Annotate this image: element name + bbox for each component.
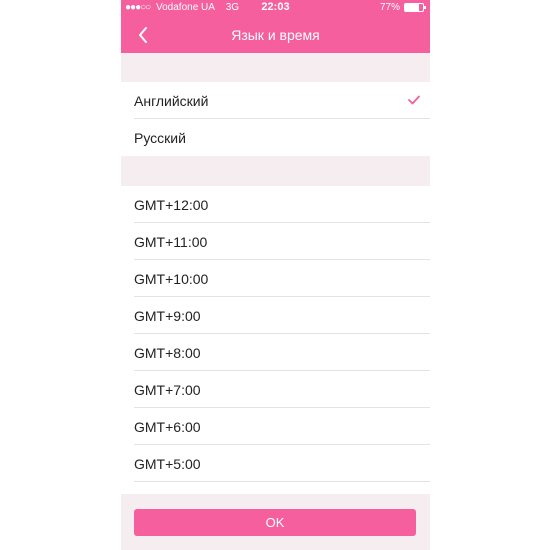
language-option-russian[interactable]: Русский [121, 119, 430, 156]
timezone-item[interactable]: GMT+9:00 [121, 297, 430, 334]
phone-screen: ●●●○○ Vodafone UA 3G 22:03 77% Язык и вр… [121, 0, 430, 550]
timezone-item[interactable]: GMT+10:00 [121, 260, 430, 297]
timezone-label: GMT+7:00 [134, 381, 201, 398]
section-gap-timezones [121, 156, 430, 186]
navigation-bar: Язык и время [121, 17, 430, 53]
timezone-item[interactable]: GMT+12:00 [121, 186, 430, 223]
footer-bar: OK [121, 494, 430, 550]
language-label: Английский [134, 92, 209, 109]
status-bar: ●●●○○ Vodafone UA 3G 22:03 77% [121, 0, 430, 17]
timezone-label: GMT+6:00 [134, 418, 201, 435]
timezone-item[interactable]: GMT+5:00 [121, 445, 430, 482]
timezone-item[interactable]: GMT+11:00 [121, 223, 430, 260]
battery-percent: 77% [379, 2, 400, 13]
timezone-label: GMT+8:00 [134, 344, 201, 361]
battery-fill [405, 4, 419, 11]
timezone-item[interactable]: GMT+8:00 [121, 334, 430, 371]
timezone-label: GMT+12:00 [134, 196, 209, 213]
checkmark-icon [408, 95, 420, 105]
timezone-label: GMT+5:00 [134, 455, 201, 472]
timezone-item[interactable]: GMT+6:00 [121, 408, 430, 445]
timezone-label: GMT+10:00 [134, 270, 209, 287]
status-right: 77% [379, 2, 426, 13]
language-option-english[interactable]: Английский [121, 82, 430, 119]
page-title: Язык и время [231, 27, 320, 43]
ok-button[interactable]: OK [134, 509, 416, 536]
language-label: Русский [134, 129, 186, 146]
timezone-label: GMT+9:00 [134, 307, 201, 324]
battery-icon [404, 3, 426, 12]
timezone-label: GMT+11:00 [134, 233, 208, 250]
timezone-item[interactable]: GMT+7:00 [121, 371, 430, 408]
section-gap-languages [121, 53, 430, 82]
